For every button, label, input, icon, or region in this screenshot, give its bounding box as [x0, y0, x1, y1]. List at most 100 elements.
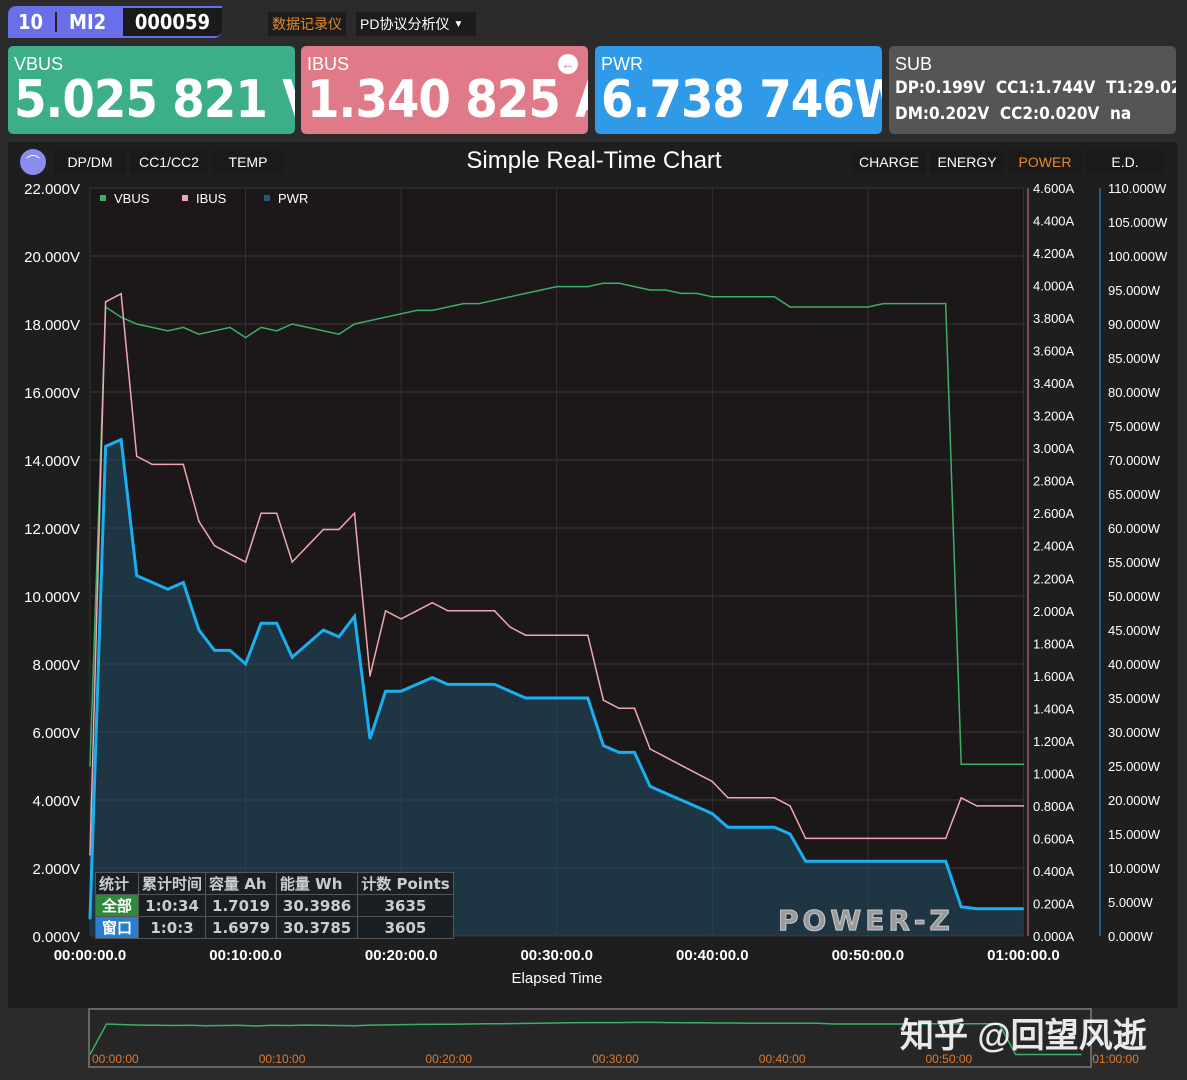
y-ibus-tick: 1.800A	[1033, 636, 1075, 651]
vbus-point	[742, 296, 745, 298]
ibus-point	[602, 699, 605, 702]
ibus-point	[618, 707, 620, 710]
vbus-point	[727, 296, 729, 298]
y-pwr-tick: 85.000W	[1108, 351, 1161, 366]
ibus-point	[555, 634, 558, 636]
legend-label[interactable]: IBUS	[196, 191, 227, 206]
y-pwr-tick: 45.000W	[1108, 623, 1161, 638]
ibus-point	[820, 837, 822, 840]
x-tick: 00:20:00.0	[365, 947, 438, 964]
stats-cell: 30.3785	[275, 916, 359, 939]
stats-header: 容量 Ah	[205, 872, 277, 895]
vbus-point	[571, 285, 574, 288]
main-chart[interactable]: 0.000V 2.000V 4.000V 6.000V 8.000V 10.000V 12.…	[0, 0, 1187, 1000]
y-ibus-tick: 2.600A	[1033, 506, 1075, 521]
vbus-point	[400, 313, 402, 315]
x-tick: 00:40:00.0	[676, 947, 749, 964]
ibus-point	[633, 707, 636, 710]
pwr-point	[991, 908, 994, 910]
y-pwr-tick: 65.000W	[1108, 487, 1161, 502]
y-pwr-tick: 10.000W	[1108, 861, 1161, 876]
ibus-point	[509, 626, 511, 628]
vbus-point	[618, 282, 620, 285]
pwr-point	[104, 445, 107, 448]
stats-cell: 30.3986	[275, 894, 359, 917]
ibus-point	[944, 837, 947, 840]
pwr-point	[338, 636, 340, 638]
ibus-point	[1007, 805, 1009, 807]
pwr-point	[602, 744, 605, 747]
ibus-point	[649, 748, 651, 750]
pwr-point	[789, 833, 791, 835]
vbus-point	[431, 309, 434, 312]
stats-cell: 1.6979	[205, 916, 277, 939]
ibus-point	[991, 805, 994, 807]
y-left-tick: 8.000V	[32, 657, 80, 674]
ibus-point	[711, 780, 714, 783]
vbus-point	[758, 296, 760, 298]
vbus-point	[882, 302, 885, 305]
vbus-point	[944, 302, 947, 305]
ibus-point	[213, 544, 216, 547]
vbus-point	[338, 333, 340, 336]
vbus-point	[275, 330, 278, 332]
y-ibus-tick: 0.400A	[1033, 864, 1075, 879]
ibus-point	[462, 609, 465, 612]
pwr-point	[960, 905, 963, 908]
x-tick: 00:10:00.0	[209, 947, 282, 964]
navigator-tick: 00:20:00	[425, 1052, 473, 1066]
pwr-point	[898, 860, 900, 862]
vbus-point	[229, 326, 231, 329]
vbus-point	[1022, 763, 1025, 766]
ibus-point	[104, 301, 107, 303]
ibus-point	[975, 805, 978, 807]
pwr-point	[633, 751, 636, 754]
pwr-point	[415, 683, 418, 686]
pwr-point	[649, 785, 651, 788]
pwr-point	[867, 860, 869, 862]
vbus-point	[851, 306, 854, 308]
vbus-point	[633, 285, 636, 288]
ibus-point	[244, 561, 247, 563]
ibus-point	[166, 463, 169, 466]
y-left-tick: 16.000V	[24, 385, 80, 402]
ibus-point	[1022, 805, 1025, 807]
vbus-point	[711, 296, 714, 298]
x-tick: 01:00:00.0	[987, 947, 1060, 964]
vbus-point	[244, 336, 247, 339]
y-ibus-tick: 1.200A	[1033, 734, 1075, 749]
pwr-point	[929, 860, 931, 862]
legend-label[interactable]: PWR	[278, 191, 308, 206]
y-pwr-tick: 110.000W	[1108, 181, 1167, 196]
vbus-point	[151, 326, 154, 329]
vbus-point	[447, 306, 449, 308]
pwr-point	[384, 690, 387, 692]
legend-label[interactable]: VBUS	[114, 191, 150, 206]
pwr-point	[213, 649, 216, 652]
pwr-point	[524, 697, 527, 699]
vbus-point	[835, 306, 838, 308]
vbus-point	[602, 282, 605, 285]
pwr-point	[509, 690, 511, 692]
y-ibus-tick: 1.400A	[1033, 701, 1075, 716]
y-pwr-tick: 95.000W	[1108, 283, 1161, 298]
vbus-point	[307, 326, 309, 329]
pwr-point	[618, 751, 620, 754]
navigator-tick: 00:40:00	[758, 1052, 806, 1066]
y-left-tick: 14.000V	[24, 453, 80, 470]
vbus-point	[773, 296, 776, 298]
vbus-point	[929, 302, 931, 305]
power-z-logo: POWER-Z	[778, 904, 954, 938]
vbus-point	[89, 765, 91, 767]
vbus-point	[649, 289, 651, 291]
ibus-point	[89, 853, 91, 856]
y-left-tick: 0.000V	[32, 929, 80, 946]
vbus-point	[182, 326, 185, 329]
pwr-point	[695, 806, 698, 808]
y-ibus-tick: 4.200A	[1033, 246, 1075, 261]
y-ibus-tick: 3.800A	[1033, 311, 1075, 326]
ibus-point	[120, 292, 122, 295]
y-ibus-tick: 0.600A	[1033, 831, 1075, 846]
ibus-point	[835, 837, 838, 840]
ibus-point	[260, 512, 262, 515]
